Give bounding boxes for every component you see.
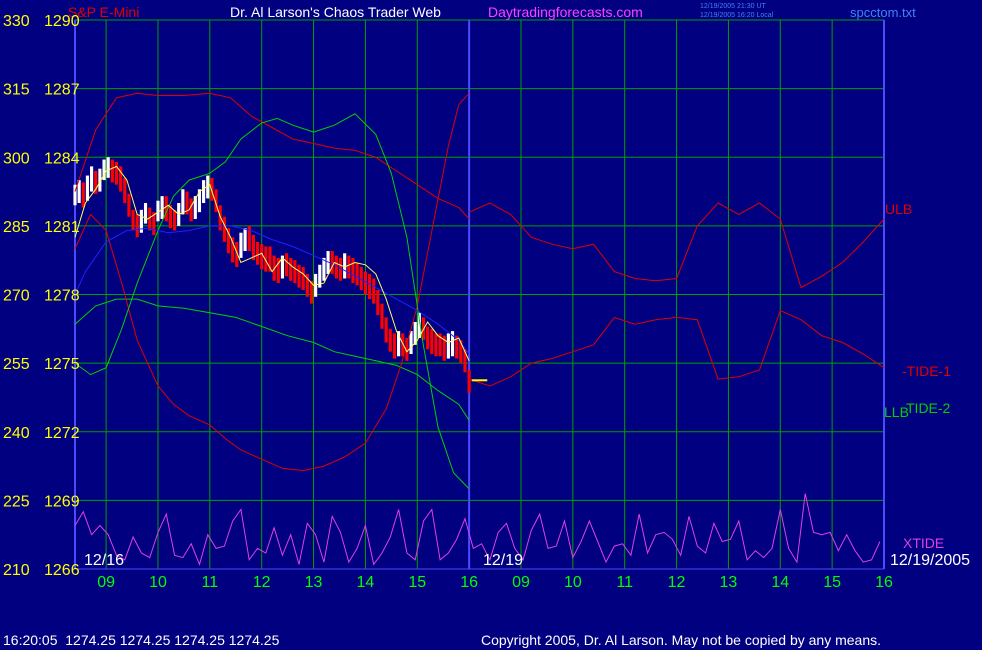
chaos-trader-chart: S&P E-Mini Dr. Al Larson's Chaos Trader …: [0, 0, 982, 650]
price-bar: [222, 216, 226, 242]
tide1-label: -TIDE-1: [902, 363, 951, 379]
left-scale-label: 270: [3, 288, 30, 305]
price-bar: [467, 369, 471, 393]
price-bar: [392, 333, 397, 359]
price-bar: [148, 207, 152, 231]
time-label: 09: [512, 574, 530, 591]
left-scale-label: 300: [3, 150, 30, 167]
time-label: 10: [149, 574, 167, 591]
price-bar: [372, 278, 376, 304]
date-label-end: 12/19/2005: [890, 552, 970, 569]
time-label: 12: [668, 574, 686, 591]
price-bar: [380, 303, 384, 329]
price-bar: [189, 198, 193, 222]
price-bar: [426, 326, 430, 350]
time-label: 13: [720, 574, 738, 591]
left-scale-label: 255: [3, 356, 30, 373]
tide2-label: TIDE-2: [906, 400, 951, 416]
price-bar: [367, 273, 372, 300]
price-bar: [330, 251, 334, 274]
price-label: 1278: [44, 288, 80, 305]
timestamp-local: 12/19/2005 16:20 Local: [700, 12, 774, 19]
time-label: 12: [253, 574, 271, 591]
price-bar: [239, 232, 243, 258]
left-scale-label: 285: [3, 219, 30, 236]
time-label: 16: [875, 574, 893, 591]
site-link[interactable]: Daytradingforecasts.com: [488, 4, 643, 20]
price-label: 1272: [44, 425, 80, 442]
time-label: 15: [823, 574, 841, 591]
price-bar: [243, 228, 247, 252]
price-bar: [322, 257, 326, 281]
price-bar: [285, 253, 289, 277]
price-bar: [143, 203, 148, 224]
time-label: 13: [305, 574, 323, 591]
left-scale-label: 240: [3, 425, 30, 442]
price-label: 1284: [44, 150, 80, 167]
date-label-mid: 12/19: [483, 552, 523, 569]
time-label: 14: [357, 574, 375, 591]
price-bar: [301, 267, 305, 290]
price-bar: [355, 262, 359, 286]
time-label: 11: [202, 574, 219, 591]
time-label: 11: [616, 574, 633, 591]
xtide-label: XTIDE: [903, 535, 944, 551]
time-label: 14: [771, 574, 789, 591]
price-bar: [106, 157, 110, 178]
price-bar: [172, 209, 177, 231]
price-bar: [293, 260, 297, 284]
price-bar: [135, 214, 139, 238]
price-label: 1290: [44, 13, 80, 30]
price-bar: [289, 257, 293, 281]
left-scale-label: 330: [3, 13, 30, 30]
time-label: 10: [564, 574, 582, 591]
price-bar: [260, 244, 264, 270]
price-bar: [85, 175, 90, 201]
price-bar: [123, 177, 127, 203]
price-label: 1281: [44, 219, 80, 236]
time-label: 16: [460, 574, 478, 591]
price-label: 1269: [44, 493, 80, 510]
price-bar: [297, 264, 301, 288]
price-bar: [434, 333, 438, 357]
price-bar: [202, 180, 206, 203]
timestamp-ut: 12/19/2005 21:30 UT: [700, 3, 766, 10]
price-bar: [255, 241, 260, 265]
price-bar: [114, 161, 119, 185]
price-bar: [347, 255, 351, 279]
price-bar: [446, 333, 450, 359]
price-bar: [131, 209, 135, 231]
price-label: 1275: [44, 356, 80, 373]
price-bar: [81, 182, 85, 208]
last-quote: 16:20:05 1274.25 1274.25 1274.25 1274.25: [3, 632, 280, 648]
time-label: 15: [408, 574, 426, 591]
price-bar: [181, 189, 185, 215]
price-bar: [110, 159, 114, 183]
price-bar: [376, 289, 380, 316]
price-bar: [384, 317, 388, 343]
price-label: 1266: [44, 562, 80, 579]
price-bar: [127, 193, 131, 217]
ulb-label: ULB: [885, 201, 912, 217]
copyright: Copyright 2005, Dr. Al Larson. May not b…: [481, 632, 881, 648]
price-bar: [430, 328, 434, 354]
price-bar: [351, 257, 355, 284]
price-bar: [388, 328, 392, 352]
time-label: 09: [97, 574, 115, 591]
chart-title: Dr. Al Larson's Chaos Trader Web: [230, 4, 441, 20]
price-bar: [90, 166, 94, 192]
left-scale-label: 225: [3, 493, 30, 510]
left-scale-label: 210: [3, 562, 30, 579]
price-bar: [160, 196, 164, 220]
price-bar: [343, 253, 347, 279]
date-label-start: 12/16: [84, 552, 124, 569]
data-file-label: spcctom.txt: [850, 5, 916, 20]
price-label: 1287: [44, 82, 80, 99]
left-scale-label: 315: [3, 82, 30, 99]
